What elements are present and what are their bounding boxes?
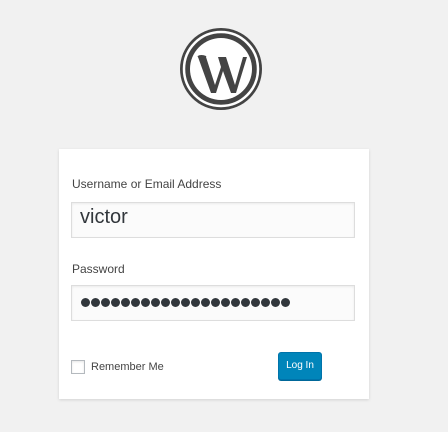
password-dot (191, 298, 200, 307)
password-label: Password (72, 262, 125, 276)
username-label: Username or Email Address (72, 177, 222, 191)
password-dot (161, 298, 170, 307)
password-dot (131, 298, 140, 307)
password-mask (81, 298, 290, 308)
password-dot (201, 298, 210, 307)
password-dot (251, 298, 260, 307)
password-input[interactable] (71, 285, 355, 321)
password-dot (181, 298, 190, 307)
password-dot (111, 298, 120, 307)
wordpress-logo-icon[interactable] (179, 27, 263, 111)
password-dot (271, 298, 280, 307)
password-dot (211, 298, 220, 307)
password-dot (151, 298, 160, 307)
login-form: Username or Email Address victor Passwor… (59, 149, 369, 399)
password-dot (141, 298, 150, 307)
username-value: victor (80, 206, 128, 228)
remember-me-checkbox[interactable] (71, 360, 85, 374)
password-dot (241, 298, 250, 307)
password-dot (281, 298, 290, 307)
username-input[interactable]: victor (71, 202, 355, 238)
password-dot (171, 298, 180, 307)
password-dot (221, 298, 230, 307)
password-dot (91, 298, 100, 307)
password-dot (261, 298, 270, 307)
password-dot (81, 298, 90, 307)
remember-me[interactable]: Remember Me (71, 359, 164, 375)
password-dot (121, 298, 130, 307)
password-dot (231, 298, 240, 307)
remember-me-label[interactable]: Remember Me (91, 361, 164, 373)
password-dot (101, 298, 110, 307)
login-button[interactable]: Log In (278, 352, 322, 380)
